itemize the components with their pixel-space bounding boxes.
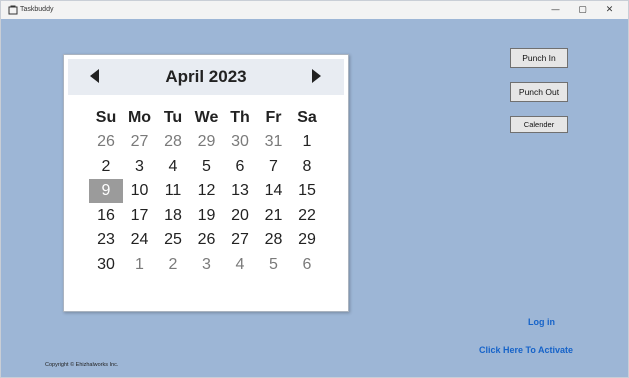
punch-out-button[interactable]: Punch Out <box>510 82 568 102</box>
day-cell[interactable]: 5 <box>190 155 224 179</box>
day-cell[interactable]: 29 <box>290 228 324 252</box>
weekday-header: Su Mo Tu We Th Fr Sa <box>89 109 329 129</box>
calendar: April 2023 Su Mo Tu We Th Fr Sa 26 27 28 29 30 31 1 2… <box>63 54 349 312</box>
day-cell[interactable]: 3 <box>123 155 157 179</box>
day-cell[interactable]: 17 <box>123 204 157 228</box>
day-cell[interactable]: 24 <box>123 228 157 252</box>
weekday-label: Tu <box>163 109 183 126</box>
day-cell[interactable]: 20 <box>223 204 257 228</box>
day-cell[interactable]: 15 <box>290 179 324 203</box>
calendar-header: April 2023 <box>68 59 344 95</box>
month-label[interactable]: April 2023 <box>68 59 344 95</box>
calender-button[interactable]: Calender <box>510 116 568 133</box>
day-cell[interactable]: 2 <box>89 155 123 179</box>
day-cell[interactable]: 27 <box>223 228 257 252</box>
day-cell[interactable]: 1 <box>123 253 157 277</box>
day-cell[interactable]: 27 <box>123 130 157 154</box>
day-cell[interactable]: 6 <box>290 253 324 277</box>
day-cell[interactable]: 4 <box>156 155 190 179</box>
day-cell[interactable]: 6 <box>223 155 257 179</box>
day-cell[interactable]: 4 <box>223 253 257 277</box>
minimize-button[interactable]: — <box>542 1 569 19</box>
weekday-label: Su <box>95 109 117 126</box>
day-cell[interactable]: 18 <box>156 204 190 228</box>
day-cell[interactable]: 26 <box>89 130 123 154</box>
selected-day-cell[interactable]: 9 <box>89 179 123 203</box>
day-cell[interactable]: 16 <box>89 204 123 228</box>
weekday-label: Fr <box>265 109 282 126</box>
weekday-label: Th <box>230 109 250 126</box>
close-button[interactable]: ✕ <box>596 1 623 19</box>
day-cell[interactable]: 19 <box>190 204 224 228</box>
day-grid: 26 27 28 29 30 31 1 2 3 4 5 6 7 8 9 10 11 12 13 14 15 16 17 18 1… <box>89 133 329 290</box>
window-title: Taskbuddy <box>20 6 54 13</box>
day-cell[interactable]: 22 <box>290 204 324 228</box>
day-cell[interactable]: 5 <box>257 253 291 277</box>
day-cell[interactable]: 28 <box>156 130 190 154</box>
day-cell[interactable]: 8 <box>290 155 324 179</box>
app-icon <box>8 5 18 15</box>
day-cell[interactable]: 14 <box>257 179 291 203</box>
day-cell[interactable]: 26 <box>190 228 224 252</box>
weekday-label: We <box>194 109 219 126</box>
day-cell[interactable]: 11 <box>156 179 190 203</box>
day-cell[interactable]: 1 <box>290 130 324 154</box>
day-cell[interactable]: 29 <box>190 130 224 154</box>
day-cell[interactable]: 10 <box>123 179 157 203</box>
day-cell[interactable]: 7 <box>257 155 291 179</box>
day-cell[interactable]: 30 <box>223 130 257 154</box>
title-bar: Taskbuddy — ▢ ✕ <box>1 1 628 19</box>
day-cell[interactable]: 28 <box>257 228 291 252</box>
day-cell[interactable]: 3 <box>190 253 224 277</box>
maximize-button[interactable]: ▢ <box>569 1 596 19</box>
login-link[interactable]: Log in <box>528 317 555 327</box>
copyright-text: Copyright © Ehizhalworks Inc. <box>45 362 119 368</box>
activate-link[interactable]: Click Here To Activate <box>479 345 573 355</box>
weekday-label: Sa <box>297 109 317 126</box>
weekday-label: Mo <box>127 109 152 126</box>
app-window: Taskbuddy — ▢ ✕ April 2023 Su Mo Tu We Th Fr S… <box>0 0 629 378</box>
day-cell[interactable]: 13 <box>223 179 257 203</box>
next-month-icon[interactable] <box>312 69 321 83</box>
previous-month-icon[interactable] <box>90 69 99 83</box>
day-cell[interactable]: 12 <box>190 179 224 203</box>
punch-in-button[interactable]: Punch In <box>510 48 568 68</box>
day-cell[interactable]: 31 <box>257 130 291 154</box>
day-cell[interactable]: 21 <box>257 204 291 228</box>
day-cell[interactable]: 2 <box>156 253 190 277</box>
day-cell[interactable]: 23 <box>89 228 123 252</box>
day-cell[interactable]: 30 <box>89 253 123 277</box>
day-cell[interactable]: 25 <box>156 228 190 252</box>
